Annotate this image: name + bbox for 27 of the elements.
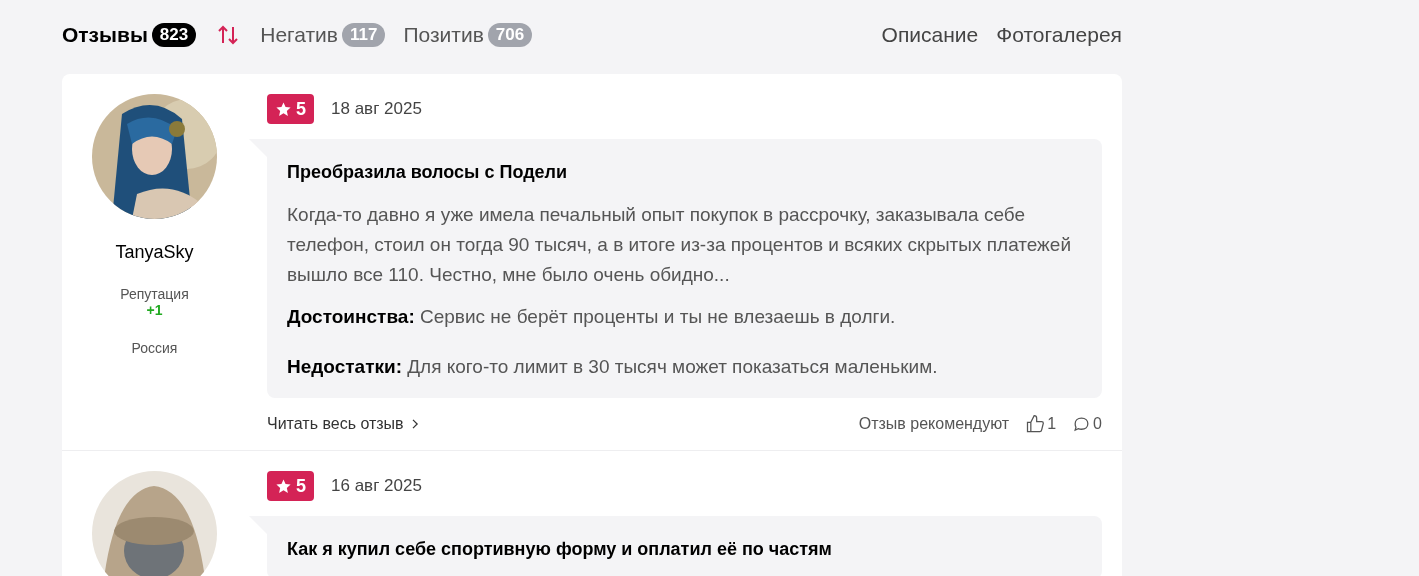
reputation-label: Репутация: [120, 286, 189, 302]
rating-badge: 5: [267, 471, 314, 501]
section-link[interactable]: Описание: [881, 19, 979, 51]
sort-icon[interactable]: [216, 23, 241, 47]
recommend-label: Отзыв рекомендуют: [858, 414, 1010, 434]
review-title[interactable]: Преобразила волосы с Подели: [287, 159, 1082, 186]
comment-button[interactable]: 0: [1072, 412, 1102, 436]
rating-badge: 5: [267, 94, 314, 124]
reputation-value: +1: [146, 302, 163, 318]
chevron-right-icon: [411, 419, 419, 429]
review-pros: Достоинства: Сервис не берёт проценты и ты не влезаешь в долги.: [287, 305, 897, 329]
section-link[interactable]: Фотогалерея: [996, 19, 1122, 51]
review-tab[interactable]: Позитив 706: [403, 19, 533, 51]
author-country: Россия: [131, 339, 178, 358]
review-tab[interactable]: Негатив 117: [260, 19, 386, 51]
thumbs-up-icon: [1025, 414, 1046, 434]
read-more-link[interactable]: Читать весь отзыв: [267, 412, 419, 436]
review-text: Когда-то давно я уже имела печальный опыт покупок в рассрочку, заказывала себе телефон, стоил он тогда 90 тысяч, а в итоге из-за процентов и всяких скрытых платежей вышло все 110. Честно, мне было очень обидно...: [287, 203, 1072, 287]
review-date: 18 авг 2025: [331, 98, 422, 121]
star-icon: [275, 477, 292, 495]
review-title[interactable]: Как я купил себе спортивную форму и оплатил её по частям: [287, 536, 1082, 563]
review-cons: Недостатки: Для кого-то лимит в 30 тысяч может показаться маленьким.: [287, 355, 939, 379]
review-date: 16 авг 2025: [331, 475, 422, 498]
review-tab[interactable]: Отзывы 823: [62, 19, 197, 51]
like-button[interactable]: 1: [1025, 412, 1057, 436]
star-icon: [275, 100, 292, 118]
author-name[interactable]: TanyaSky: [115, 239, 194, 266]
